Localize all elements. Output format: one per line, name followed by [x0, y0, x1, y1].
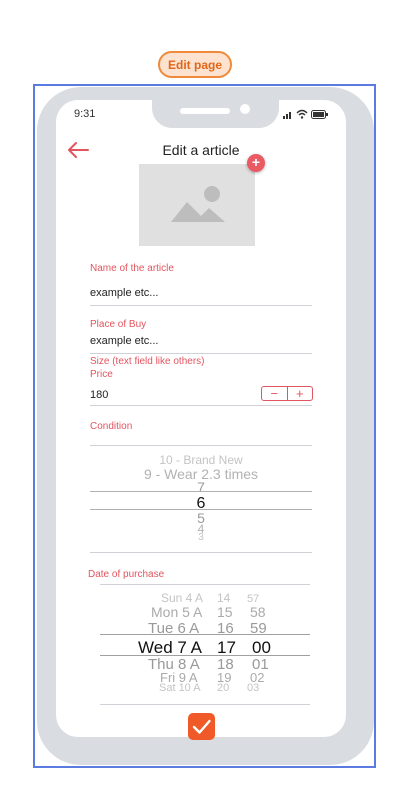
- condition-option[interactable]: 10 - Brand New: [90, 453, 312, 467]
- hour-option[interactable]: 20: [217, 682, 229, 694]
- picker-selection-line: [100, 634, 310, 635]
- picker-selection-line: [100, 655, 310, 656]
- condition-label: Condition: [90, 421, 133, 432]
- signal-icon: [283, 111, 291, 119]
- price-stepper[interactable]: − +: [261, 386, 313, 401]
- name-field[interactable]: example etc...: [90, 287, 158, 299]
- checkmark-icon: [192, 719, 211, 734]
- condition-option[interactable]: 7: [90, 479, 312, 495]
- speaker-icon: [180, 108, 230, 114]
- date-picker-top-line: [100, 584, 310, 585]
- name-label: Name of the article: [90, 263, 174, 274]
- hour-option[interactable]: 14: [217, 591, 230, 605]
- battery-icon: [311, 109, 328, 119]
- status-icons: [283, 108, 335, 120]
- day-option[interactable]: Mon 5 A: [151, 604, 202, 620]
- date-picker-bottom-line: [100, 704, 310, 705]
- hour-option[interactable]: 15: [217, 604, 233, 620]
- place-field-underline: [90, 353, 312, 354]
- status-time: 9:31: [74, 108, 96, 120]
- minute-option[interactable]: 58: [250, 604, 266, 620]
- place-field[interactable]: example etc...: [90, 335, 158, 347]
- increment-button[interactable]: +: [288, 387, 313, 400]
- condition-bottom-line: [90, 552, 312, 553]
- day-option[interactable]: Sat 10 A: [159, 682, 201, 694]
- edit-page-badge: Edit page: [158, 51, 232, 78]
- size-label: Size (text field like others): [90, 356, 205, 367]
- add-image-button[interactable]: +: [247, 154, 265, 172]
- minute-option[interactable]: 03: [247, 682, 259, 694]
- article-image-placeholder[interactable]: [139, 164, 255, 246]
- price-field-underline: [90, 405, 312, 406]
- condition-option[interactable]: 3: [90, 532, 312, 543]
- picker-selection-line: [90, 491, 312, 492]
- place-label: Place of Buy: [90, 319, 147, 330]
- condition-underline: [90, 445, 312, 446]
- camera-icon: [240, 104, 250, 114]
- date-label: Date of purchase: [88, 569, 165, 580]
- image-icon: [171, 186, 225, 222]
- price-field[interactable]: 180: [90, 389, 108, 401]
- confirm-button[interactable]: [188, 713, 215, 740]
- name-field-underline: [90, 305, 312, 306]
- page-title: Edit a article: [162, 142, 240, 158]
- wifi-icon: [296, 109, 308, 119]
- price-label: Price: [90, 369, 113, 380]
- day-option[interactable]: Sun 4 A: [161, 591, 203, 605]
- decrement-button[interactable]: −: [262, 387, 288, 400]
